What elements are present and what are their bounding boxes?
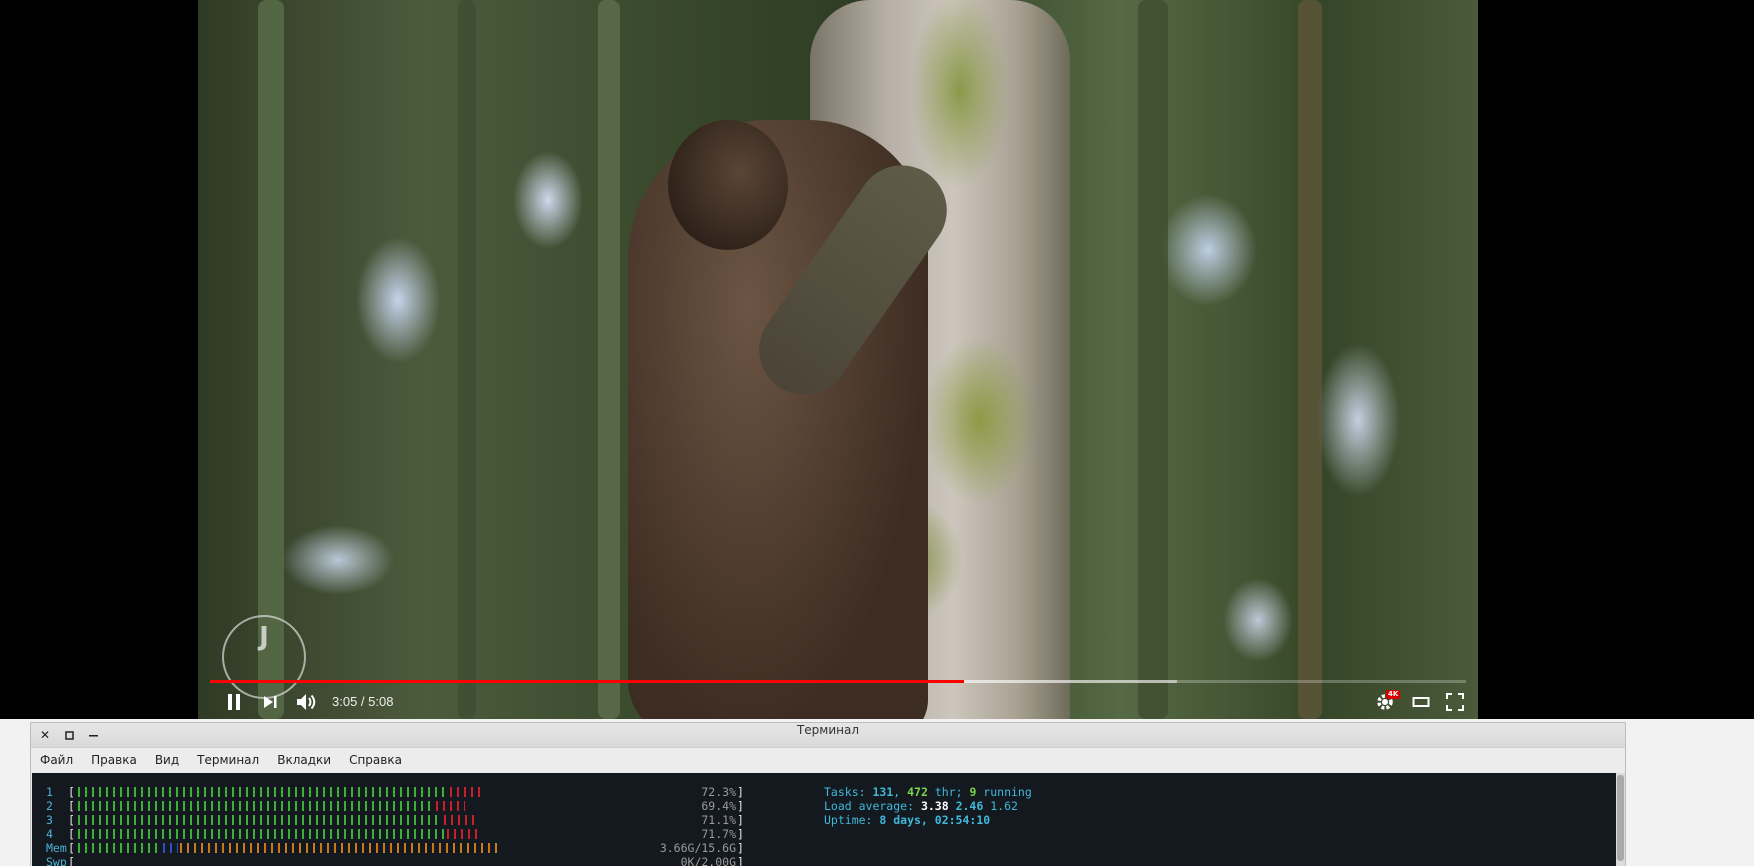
meter-fill-kernel bbox=[433, 801, 465, 811]
meter-label: 2 bbox=[46, 799, 53, 813]
meter-label: Mem bbox=[46, 841, 67, 855]
meter-fill-cache bbox=[178, 843, 502, 853]
meter-label: 1 bbox=[46, 785, 53, 799]
meter-label: 3 bbox=[46, 813, 53, 827]
pause-icon bbox=[228, 694, 240, 710]
video-frame[interactable]: J bbox=[198, 0, 1478, 719]
video-scenery bbox=[1298, 0, 1322, 719]
volume-icon bbox=[297, 694, 316, 710]
meter-value: 0K/2.00G bbox=[680, 855, 736, 866]
menu-bar: Файл Правка Вид Терминал Вкладки Справка bbox=[31, 748, 1625, 772]
video-scenery bbox=[1138, 0, 1168, 719]
progress-played bbox=[210, 680, 964, 683]
theater-icon bbox=[1412, 697, 1430, 707]
next-icon bbox=[264, 696, 277, 708]
quality-badge: 4K bbox=[1386, 690, 1401, 699]
terminal-output[interactable]: 1 [ 72.3%] 2 [ 69.4%] 3 [ 71.1%] 4 [ 71.… bbox=[32, 773, 1616, 866]
watermark-letter: J bbox=[259, 622, 269, 652]
terminal-scrollbar[interactable] bbox=[1616, 773, 1625, 866]
channel-watermark[interactable]: J bbox=[222, 615, 306, 699]
meter-fill bbox=[76, 829, 478, 839]
video-scenery bbox=[258, 0, 284, 719]
meter-label: Swp bbox=[46, 855, 67, 866]
terminal-titlebar[interactable]: ✕ Терминал bbox=[31, 723, 1625, 748]
player-controls: 3:05 / 5:08 4K bbox=[210, 690, 1466, 714]
meter-fill-buffers bbox=[161, 843, 179, 853]
meter-fill bbox=[76, 801, 465, 811]
meter-value: 72.3% bbox=[701, 785, 736, 799]
time-display: 3:05 / 5:08 bbox=[332, 690, 393, 714]
meter-value: 71.1% bbox=[701, 813, 736, 827]
window-title: Терминал bbox=[796, 723, 860, 737]
fullscreen-button[interactable] bbox=[1442, 690, 1468, 714]
load-average-line: Load average: 3.38 2.46 1.62 bbox=[824, 799, 1018, 813]
meter-fill-kernel bbox=[442, 815, 475, 825]
video-scenery bbox=[458, 0, 476, 719]
time-separator: / bbox=[357, 694, 369, 709]
terminal-window[interactable]: ✕ Терминал Файл Правка Вид Терминал Вкла… bbox=[30, 722, 1626, 866]
menu-edit[interactable]: Правка bbox=[82, 748, 146, 772]
video-player[interactable]: J 3:05 / 5:08 4K bbox=[0, 0, 1754, 719]
video-scenery bbox=[598, 0, 620, 719]
settings-button[interactable]: 4K bbox=[1372, 690, 1401, 714]
time-current: 3:05 bbox=[332, 694, 358, 709]
menu-view[interactable]: Вид bbox=[146, 748, 188, 772]
tasks-line: Tasks: 131, 472 thr; 9 running bbox=[824, 785, 1032, 799]
progress-bar[interactable] bbox=[210, 680, 1466, 683]
theater-mode-button[interactable] bbox=[1408, 690, 1434, 714]
time-total: 5:08 bbox=[368, 694, 394, 709]
meter-fill bbox=[76, 843, 502, 853]
meter-fill bbox=[76, 787, 481, 797]
menu-terminal[interactable]: Терминал bbox=[188, 748, 268, 772]
meter-label: 4 bbox=[46, 827, 53, 841]
meter-fill-kernel bbox=[448, 787, 481, 797]
meter-value: 3.66G/15.6G bbox=[659, 841, 736, 855]
next-button[interactable] bbox=[258, 690, 282, 714]
scrollbar-thumb[interactable] bbox=[1617, 775, 1624, 861]
meter-value: 69.4% bbox=[701, 799, 736, 813]
volume-button[interactable] bbox=[294, 690, 320, 714]
uptime-line: Uptime: 8 days, 02:54:10 bbox=[824, 813, 991, 827]
menu-help[interactable]: Справка bbox=[340, 748, 411, 772]
meter-fill-kernel bbox=[445, 829, 478, 839]
video-sloth-head bbox=[668, 120, 788, 250]
pause-button[interactable] bbox=[222, 690, 246, 714]
menu-tabs[interactable]: Вкладки bbox=[268, 748, 340, 772]
fullscreen-icon bbox=[1446, 693, 1464, 711]
meter-fill bbox=[76, 815, 475, 825]
menu-file[interactable]: Файл bbox=[31, 748, 82, 772]
meter-value: 71.7% bbox=[701, 827, 736, 841]
